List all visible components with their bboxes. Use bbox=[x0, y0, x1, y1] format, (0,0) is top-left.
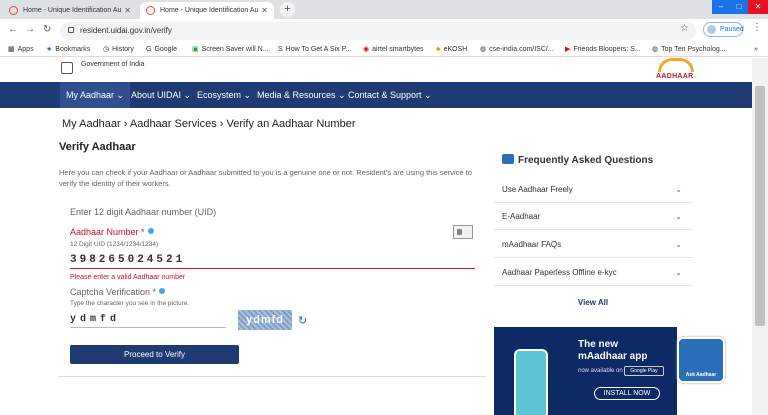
page-title: Verify Aadhaar bbox=[59, 141, 136, 153]
browser-tab-1[interactable]: Home - Unique Identification Au ✕ bbox=[3, 2, 137, 19]
nav-contact-support[interactable]: Contact & Support ⌄ bbox=[348, 82, 432, 108]
browser-menu-icon[interactable]: ⋮ bbox=[752, 22, 762, 33]
profile-status: Paused bbox=[720, 26, 744, 33]
youtube-icon: ▶ bbox=[565, 46, 571, 53]
new-tab-button[interactable]: + bbox=[280, 2, 295, 17]
google-icon: G bbox=[146, 46, 152, 53]
url-text: resident.uidai.gov.in/verify bbox=[80, 26, 172, 35]
history-icon: ◷ bbox=[103, 46, 110, 53]
nav-my-aadhaar[interactable]: My Aadhaar ⌄ bbox=[60, 82, 131, 108]
bookmarks-bar: ▦ Apps ★ Bookmarks ◷ History G Google ▣ Scree… bbox=[0, 43, 768, 57]
bookmark-apps[interactable]: ▦ Apps bbox=[8, 43, 34, 57]
install-now-button[interactable]: INSTALL NOW bbox=[594, 387, 660, 400]
minimize-window-button[interactable]: – bbox=[712, 0, 730, 14]
bookmark-cse-india[interactable]: ◍ cse-india.com/ISC/... bbox=[480, 43, 554, 57]
close-tab-icon[interactable]: ✕ bbox=[261, 2, 268, 19]
scrollbar-thumb[interactable] bbox=[755, 86, 765, 326]
captcha-input[interactable] bbox=[70, 312, 226, 328]
bookmark-bookmarks[interactable]: ★ Bookmarks bbox=[46, 43, 90, 57]
aadhaar-card-icon bbox=[453, 225, 473, 239]
bookmark-screen-saver[interactable]: ▣ Screen Saver will N... bbox=[192, 43, 269, 57]
nav-about-uidai[interactable]: About UIDAI ⌄ bbox=[131, 82, 191, 108]
faq-item-maadhaar-faqs[interactable]: mAadhaar FAQs ⌄ bbox=[494, 232, 692, 258]
browser-tab-2[interactable]: Home - Unique Identification Au ✕ bbox=[140, 2, 274, 19]
page-description: Here you can check if your Aadhaar or Aa… bbox=[59, 168, 472, 188]
captcha-label: Captcha Verification * bbox=[70, 287, 166, 297]
airtel-icon: ◉ bbox=[363, 46, 370, 53]
google-play-badge[interactable]: Google Play bbox=[624, 366, 664, 376]
info-icon[interactable] bbox=[147, 228, 154, 234]
aadhaar-logo[interactable]: AADHAAR bbox=[652, 58, 700, 82]
promo-availability: now available on bbox=[578, 368, 623, 374]
view-all-faqs-link[interactable]: View All bbox=[494, 298, 692, 307]
avatar bbox=[707, 25, 716, 34]
lock-icon bbox=[68, 27, 74, 33]
star-icon: ★ bbox=[46, 46, 53, 53]
chevron-down-icon: ⌄ bbox=[675, 185, 682, 194]
browser-tab-strip: Home - Unique Identification Au ✕ Home -… bbox=[0, 0, 768, 19]
faq-item-use-aadhaar-freely[interactable]: Use Aadhaar Freely ⌄ bbox=[494, 177, 692, 203]
profile-button[interactable]: Paused bbox=[703, 22, 744, 37]
nav-media-resources[interactable]: Media & Resources ⌄ bbox=[257, 82, 346, 108]
reload-icon[interactable]: ↻ bbox=[43, 24, 51, 35]
chat-bubble-icon bbox=[502, 154, 514, 164]
page-icon: ♣ bbox=[436, 46, 441, 53]
aadhaar-number-label: Aadhaar Number * bbox=[70, 227, 154, 237]
faq-item-e-aadhaar[interactable]: E-Aadhaar ⌄ bbox=[494, 204, 692, 230]
globe-icon: ◍ bbox=[652, 46, 659, 53]
breadcrumb[interactable]: My Aadhaar › Aadhaar Services › Verify a… bbox=[62, 118, 356, 130]
info-icon[interactable] bbox=[159, 288, 166, 294]
proceed-to-verify-button[interactable]: Proceed to Verify bbox=[70, 345, 239, 364]
maadhaar-promo-banner[interactable]: The new mAadhaar app now available on Goo… bbox=[494, 327, 677, 415]
chevron-down-icon: ⌄ bbox=[675, 240, 682, 249]
captcha-hint: Type the character you see in the pictur… bbox=[70, 300, 190, 307]
chevron-down-icon: ⌄ bbox=[675, 212, 682, 221]
bookmark-google[interactable]: G Google bbox=[146, 43, 177, 57]
page-icon: S bbox=[278, 46, 283, 53]
maximize-window-button[interactable]: □ bbox=[730, 0, 748, 14]
verify-form: Enter 12 digit Aadhaar number (UID) Aadh… bbox=[58, 195, 486, 377]
bookmark-top-ten[interactable]: ◍ Top Ten Psycholog... bbox=[652, 43, 726, 57]
refresh-captcha-icon[interactable]: ↻ bbox=[298, 314, 307, 327]
apps-grid-icon: ▦ bbox=[8, 46, 15, 53]
aadhaar-number-input[interactable] bbox=[70, 251, 475, 269]
government-label: Government of India bbox=[81, 61, 145, 68]
uid-error-message: Please enter a valid Aadhaar number bbox=[70, 274, 186, 281]
nav-ecosystem[interactable]: Ecosystem ⌄ bbox=[197, 82, 251, 108]
faq-item-paperless-offline-ekyc[interactable]: Aadhaar Paperless Offline e-kyc ⌄ bbox=[494, 260, 692, 286]
ask-aadhaar-chatbot[interactable]: Ask Aadhaar bbox=[677, 337, 725, 383]
national-emblem-icon bbox=[61, 62, 73, 74]
tab-title: Home - Unique Identification Au bbox=[160, 7, 259, 14]
phone-illustration bbox=[514, 349, 548, 415]
aadhaar-sun-icon bbox=[658, 58, 694, 72]
main-navigation: My Aadhaar ⌄ About UIDAI ⌄ Ecosystem ⌄ M… bbox=[0, 82, 752, 108]
back-arrow-icon[interactable]: ← bbox=[8, 24, 18, 35]
uid-format-hint: 12 Digit UID (1234/1234/1234) bbox=[70, 241, 159, 248]
close-window-button[interactable]: ✕ bbox=[748, 0, 768, 14]
page-scrollbar[interactable] bbox=[752, 58, 768, 415]
bookmark-airtel[interactable]: ◉ airtel smartbytes bbox=[363, 43, 423, 57]
faq-title: Frequently Asked Questions bbox=[502, 154, 653, 166]
forward-arrow-icon[interactable]: → bbox=[25, 24, 35, 35]
bookmark-six-pack[interactable]: S How To Get A Six P... bbox=[278, 43, 351, 57]
site-header: Government of India AADHAAR bbox=[0, 58, 752, 82]
address-bar[interactable]: resident.uidai.gov.in/verify bbox=[60, 22, 696, 40]
bookmark-star-icon[interactable]: ☆ bbox=[680, 23, 689, 34]
bookmark-ekosh[interactable]: ♣ eKOSH bbox=[436, 43, 467, 57]
more-bookmarks-icon[interactable]: » bbox=[754, 43, 758, 57]
page-icon: ▣ bbox=[192, 46, 199, 53]
form-heading: Enter 12 digit Aadhaar number (UID) bbox=[70, 207, 217, 217]
uidai-favicon-icon bbox=[9, 6, 18, 15]
uidai-favicon-icon bbox=[146, 6, 155, 15]
browser-toolbar: ← → ↻ resident.uidai.gov.in/verify bbox=[0, 19, 768, 43]
promo-headline: The new mAadhaar app bbox=[578, 339, 648, 362]
bookmark-history[interactable]: ◷ History bbox=[103, 43, 134, 57]
tab-title: Home - Unique Identification Au bbox=[23, 7, 122, 14]
bookmark-friends-bloopers[interactable]: ▶ Friends Bloopers: S... bbox=[565, 43, 641, 57]
globe-icon: ◍ bbox=[480, 46, 487, 53]
captcha-image: ydmfd bbox=[238, 310, 292, 330]
close-tab-icon[interactable]: ✕ bbox=[124, 2, 131, 19]
chevron-down-icon: ⌄ bbox=[675, 268, 682, 277]
